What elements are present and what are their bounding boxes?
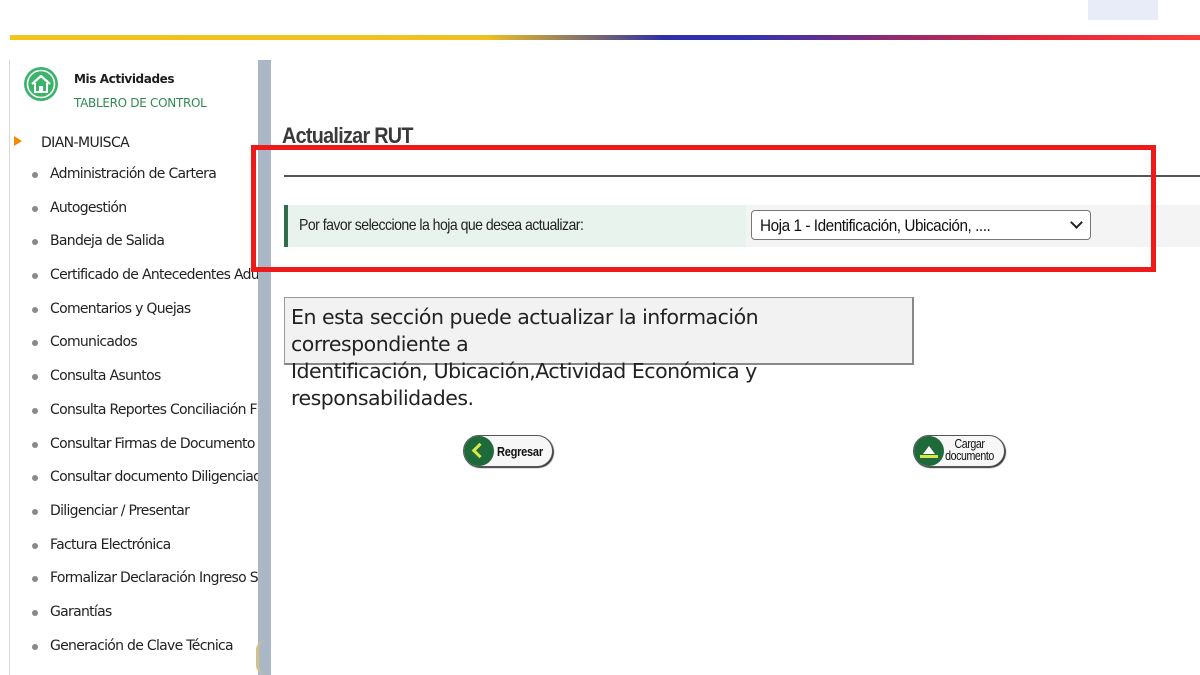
bullet-icon: [32, 306, 38, 313]
upload-button-label[interactable]: Cargar documento: [944, 438, 995, 463]
bullet-icon: [32, 475, 38, 482]
sidebar-item-label[interactable]: Consulta Asuntos: [50, 368, 161, 384]
sidebar-item[interactable]: Consulta Reportes Conciliación F: [10, 396, 258, 430]
upload-label-line[interactable]: documento: [945, 449, 994, 463]
back-button-label[interactable]: Regresar: [497, 444, 543, 459]
sidebar-curve-decoration: [256, 640, 268, 675]
highlight-annotation: [251, 145, 1156, 272]
sidebar-item-label[interactable]: Comentarios y Quejas: [50, 301, 191, 317]
sidebar-item-label[interactable]: Comunicados: [50, 334, 138, 350]
sidebar-item[interactable]: Administración de Cartera: [10, 160, 258, 194]
sidebar-item[interactable]: Consultar Firmas de Documento: [10, 430, 258, 464]
bullet-icon: [32, 441, 38, 448]
upload-document-button[interactable]: Cargar documento: [913, 435, 1005, 467]
sidebar-item[interactable]: Autogestión: [10, 194, 258, 228]
sidebar-item[interactable]: Factura Electrónica: [10, 531, 258, 565]
back-button[interactable]: Regresar: [463, 435, 553, 467]
bullet-icon: [32, 407, 38, 414]
bullet-icon: [32, 542, 38, 549]
sidebar-item-label[interactable]: Garantías: [50, 604, 112, 620]
dashboard-link[interactable]: TABLERO DE CONTROL: [74, 96, 207, 110]
sidebar-item[interactable]: Formalizar Declaración Ingreso S: [10, 564, 258, 598]
upload-icon[interactable]: [914, 436, 944, 466]
menu-root-dian-muisca[interactable]: DIAN-MUISCA: [41, 135, 130, 151]
sidebar-item-label[interactable]: Diligenciar / Presentar: [50, 503, 190, 519]
sidebar-item-label[interactable]: Generación de Clave Técnica: [50, 638, 234, 654]
sidebar-item-label[interactable]: Administración de Cartera: [50, 166, 217, 182]
sidebar-item[interactable]: Comunicados: [10, 328, 258, 362]
sidebar-item-label[interactable]: Bandeja de Salida: [50, 233, 165, 249]
sidebar: Mis Actividades TABLERO DE CONTROL DIAN-…: [10, 60, 258, 675]
sidebar-item[interactable]: Bandeja de Salida: [10, 227, 258, 261]
bullet-icon: [32, 643, 38, 650]
bullet-icon: [32, 205, 38, 212]
sidebar-item[interactable]: Consultar documento Diligenciad: [10, 463, 258, 497]
chevron-left-icon[interactable]: [464, 436, 494, 466]
sidebar-menu: Administración de Cartera Autogestión Ba…: [10, 160, 258, 665]
activities-title[interactable]: Mis Actividades: [74, 72, 175, 86]
sidebar-item[interactable]: Comentarios y Quejas: [10, 295, 258, 329]
bullet-icon: [32, 172, 38, 178]
sidebar-item-label[interactable]: Autogestión: [50, 200, 127, 216]
sidebar-item-label[interactable]: Consulta Reportes Conciliación F: [50, 402, 258, 418]
bullet-icon: [32, 609, 38, 616]
sidebar-item-label[interactable]: Formalizar Declaración Ingreso S: [50, 570, 258, 586]
info-message-line: Identificación, Ubicación,Actividad Econ…: [291, 359, 757, 410]
sidebar-item[interactable]: Garantías: [10, 598, 258, 632]
bullet-icon: [32, 508, 38, 515]
bullet-icon: [32, 374, 38, 381]
bullet-icon: [32, 576, 38, 583]
bullet-icon: [32, 273, 38, 280]
sidebar-item[interactable]: Diligenciar / Presentar: [10, 497, 258, 531]
bullet-icon: [32, 239, 38, 246]
header-color-band: [10, 35, 1200, 40]
info-message: En esta sección puede actualizar la info…: [291, 304, 911, 412]
bullet-icon: [32, 340, 38, 347]
sidebar-item[interactable]: Consulta Asuntos: [10, 362, 258, 396]
info-message-line: En esta sección puede actualizar la info…: [291, 305, 759, 356]
caret-right-icon[interactable]: [14, 136, 22, 146]
sidebar-item-label[interactable]: Factura Electrónica: [50, 537, 171, 553]
sidebar-item-label[interactable]: Consultar documento Diligenciad: [50, 469, 258, 485]
sidebar-item-label[interactable]: Certificado de Antecedentes Adu: [50, 267, 258, 283]
house-icon[interactable]: [23, 66, 59, 102]
top-corner-block: [1088, 0, 1158, 20]
sidebar-item-label[interactable]: Consultar Firmas de Documento: [50, 436, 255, 452]
sidebar-item[interactable]: Generación de Clave Técnica: [10, 632, 258, 666]
info-message-box: En esta sección puede actualizar la info…: [284, 297, 914, 410]
sidebar-item[interactable]: Certificado de Antecedentes Adu: [10, 261, 258, 295]
